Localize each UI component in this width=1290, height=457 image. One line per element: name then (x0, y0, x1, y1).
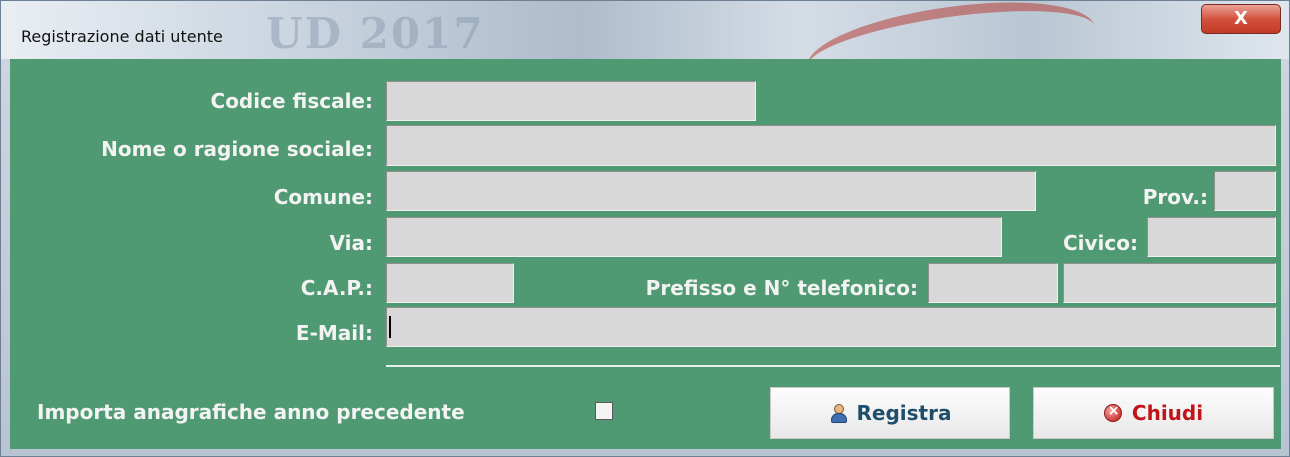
chiudi-label: Chiudi (1131, 401, 1204, 425)
via-label: Via: (329, 231, 373, 255)
email-label: E-Mail: (295, 321, 373, 345)
comune-select[interactable] (386, 171, 1036, 211)
import-label: Importa anagrafiche anno precedente (37, 400, 465, 424)
prov-label: Prov.: (1142, 185, 1208, 209)
dialog-window: UD 2017 Registrazione dati utente X Codi… (0, 0, 1290, 457)
title-bar[interactable]: UD 2017 Registrazione dati utente X (1, 1, 1289, 59)
close-button[interactable]: X (1201, 4, 1281, 34)
title-watermark: UD 2017 (266, 9, 485, 58)
stop-icon (1103, 402, 1122, 422)
registra-label: Registra (856, 401, 952, 425)
civico-input[interactable] (1147, 217, 1276, 257)
nome-input[interactable] (386, 125, 1276, 166)
chiudi-button[interactable]: Chiudi (1033, 387, 1274, 439)
codice-fiscale-input[interactable] (386, 81, 756, 121)
prov-input[interactable] (1214, 171, 1276, 211)
via-input[interactable] (386, 217, 1002, 257)
telefono-input[interactable] (1063, 263, 1276, 303)
form-panel: Codice fiscale: Nome o ragione sociale: … (10, 59, 1281, 449)
window-title: Registrazione dati utente (21, 27, 223, 46)
prefisso-input[interactable] (928, 263, 1058, 303)
civico-label: Civico: (1062, 231, 1138, 255)
cap-label: C.A.P.: (300, 276, 373, 300)
codice-fiscale-label: Codice fiscale: (210, 89, 373, 113)
cap-input[interactable] (386, 263, 514, 303)
email-input[interactable] (386, 307, 1276, 347)
separator-line (386, 365, 1280, 367)
user-icon (829, 404, 847, 423)
registra-button[interactable]: Registra (770, 387, 1010, 439)
title-decoration (801, 1, 1101, 59)
comune-label: Comune: (273, 185, 373, 209)
nome-label: Nome o ragione sociale: (101, 137, 373, 161)
telefono-label: Prefisso e N° telefonico: (645, 276, 918, 300)
import-checkbox[interactable] (595, 402, 613, 420)
text-caret (389, 316, 391, 338)
